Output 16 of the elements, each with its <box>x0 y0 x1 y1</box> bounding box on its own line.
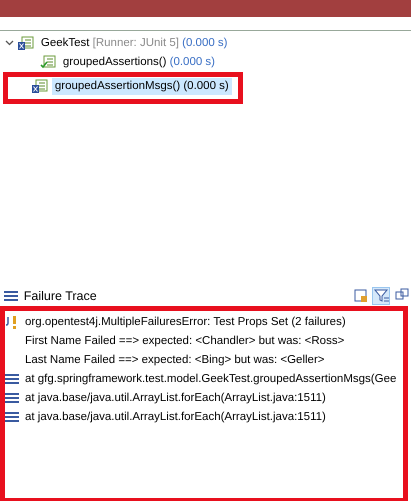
stack-trace-icon <box>4 290 18 301</box>
stack-frame-line[interactable]: at java.base/java.util.ArrayList.forEach(ArrayList.java:1511) <box>25 408 326 426</box>
trace-message: Last Name Failed ==> expected: <Bing> but was: <Geller> <box>25 352 324 368</box>
stack-frame-icon <box>5 374 19 384</box>
trace-message: org.opentest4j.MultipleFailuresError: Test Props Set (2 failures) <box>25 314 346 330</box>
panel-title: Failure Trace <box>24 288 98 304</box>
test-tree-item[interactable]: groupedAssertions() (0.000 s) <box>60 54 218 71</box>
stack-frame-icon <box>5 393 19 404</box>
stack-frame-icon <box>5 412 19 422</box>
filter-button[interactable] <box>372 286 390 305</box>
test-tree-item[interactable]: GeekTest [Runner: JUnit 5] (0.000 s) <box>38 34 230 52</box>
stack-frame-line[interactable]: at gfg.springframework.test.model.GeekTest.groupedAssertionMsgs(Gee <box>25 370 396 388</box>
trace-message: First Name Failed ==> expected: <Chandler> but was: <Ross> <box>25 334 344 349</box>
test-tree-item[interactable]: groupedAssertionMsgs() (0.000 s) <box>52 78 232 95</box>
warning-icon <box>6 315 18 330</box>
stack-frame-line[interactable]: at java.base/java.util.ArrayList.forEach(ArrayList.java:1511) <box>25 390 326 407</box>
